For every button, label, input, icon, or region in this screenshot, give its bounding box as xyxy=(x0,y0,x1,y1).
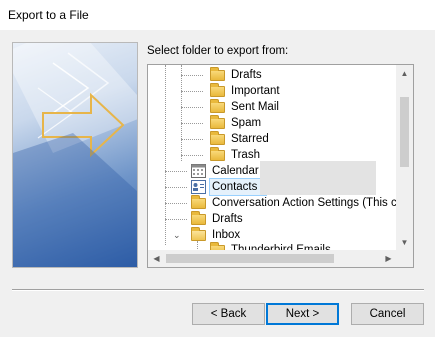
tree-item-label: Sent Mail xyxy=(231,101,279,113)
folder-icon xyxy=(210,115,226,130)
folder-icon xyxy=(210,83,226,98)
folder-icon xyxy=(210,131,226,146)
horizontal-scrollbar[interactable]: ◀ ▶ xyxy=(148,250,397,267)
tree-item-label: Drafts xyxy=(212,213,243,225)
tree-line xyxy=(165,203,187,204)
tree-item-label: Conversation Action Settings (This c xyxy=(212,197,397,209)
title-bar: Export to a File xyxy=(0,0,435,30)
chevron-down-icon[interactable]: ⌄ xyxy=(173,227,185,241)
tree-item-label: Trash xyxy=(231,149,260,161)
footer-divider xyxy=(12,289,424,291)
contacts-icon xyxy=(191,180,207,194)
tree-line xyxy=(181,155,203,156)
folder-icon xyxy=(210,99,226,114)
next-button[interactable]: Next > xyxy=(266,303,339,325)
vertical-scroll-thumb[interactable] xyxy=(400,97,409,167)
folder-tree-items: Drafts Important Sent Mail Spam Starred … xyxy=(148,65,397,251)
tree-line xyxy=(181,139,203,140)
folder-tree[interactable]: Drafts Important Sent Mail Spam Starred … xyxy=(147,64,414,268)
tree-line xyxy=(165,65,166,245)
horizontal-scroll-thumb[interactable] xyxy=(166,254,334,263)
redacted-area xyxy=(260,161,376,195)
tree-item-label: Drafts xyxy=(231,69,262,81)
scroll-left-arrow-icon[interactable]: ◀ xyxy=(148,250,165,267)
scroll-right-arrow-icon[interactable]: ▶ xyxy=(380,250,397,267)
tree-line xyxy=(165,171,187,172)
folder-icon xyxy=(191,195,207,210)
tree-line xyxy=(165,187,187,188)
tree-item-label: Important xyxy=(231,85,280,97)
tree-item-label: Inbox xyxy=(212,229,241,241)
tree-line xyxy=(181,65,182,161)
window-title: Export to a File xyxy=(8,8,89,22)
folder-open-icon xyxy=(191,227,207,242)
tree-item-label: Spam xyxy=(231,117,262,129)
scrollbar-corner xyxy=(396,250,413,267)
cancel-button[interactable]: Cancel xyxy=(351,303,424,325)
tree-line xyxy=(181,75,203,76)
vertical-scrollbar[interactable]: ▲ ▼ xyxy=(396,65,413,251)
folder-icon xyxy=(210,147,226,162)
tree-item-label: Calendar xyxy=(212,165,259,177)
scroll-up-arrow-icon[interactable]: ▲ xyxy=(396,65,413,82)
tree-item-label: Starred xyxy=(231,133,269,145)
scroll-down-arrow-icon[interactable]: ▼ xyxy=(396,234,413,251)
back-button[interactable]: < Back xyxy=(192,303,265,325)
tree-line xyxy=(181,123,203,124)
folder-icon xyxy=(210,67,226,82)
tree-line xyxy=(165,219,187,220)
calendar-icon xyxy=(191,164,207,178)
wizard-banner-image xyxy=(12,42,138,268)
folder-prompt-label: Select folder to export from: xyxy=(147,45,289,57)
folder-icon xyxy=(191,211,207,226)
tree-line xyxy=(181,107,203,108)
tree-line xyxy=(181,91,203,92)
tree-item-label: Contacts ( xyxy=(208,178,268,196)
